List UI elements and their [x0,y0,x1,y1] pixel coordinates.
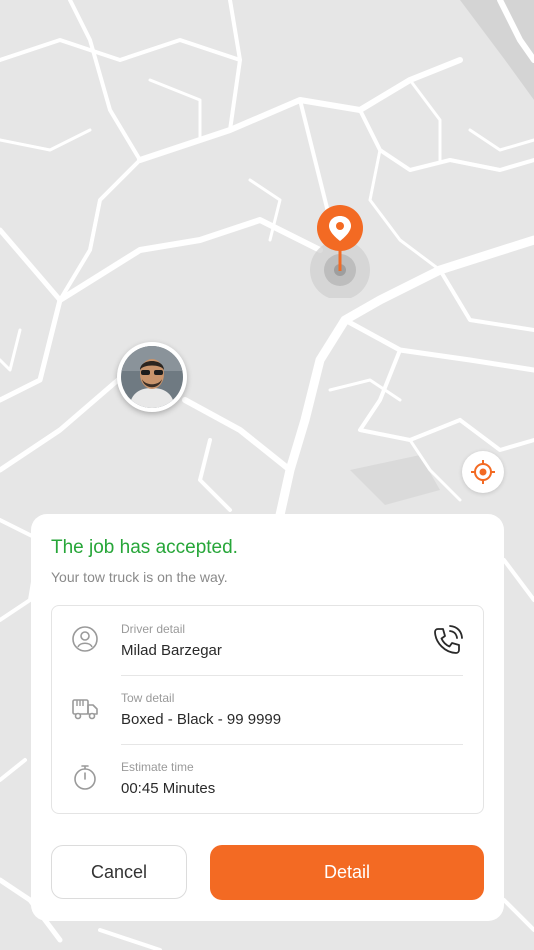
estimate-time-label: Estimate time [121,760,194,774]
detail-button[interactable]: Detail [210,845,484,900]
locate-me-button[interactable] [462,451,504,493]
job-status-sheet: The job has accepted. Your tow truck is … [31,514,504,921]
driver-avatar[interactable] [117,342,187,412]
tow-detail-row[interactable]: Tow detail Boxed - Black - 99 9999 [52,675,483,744]
status-subtitle: Your tow truck is on the way. [51,569,228,585]
destination-pin[interactable] [293,203,388,300]
tow-detail-value: Boxed - Black - 99 9999 [121,711,282,728]
tow-detail-label: Tow detail [121,691,175,705]
crosshair-icon [471,460,495,484]
driver-detail-label: Driver detail [121,622,186,636]
user-circle-icon [72,626,98,652]
status-title: The job has accepted. [51,537,238,558]
driver-detail-row[interactable]: Driver detail Milad Barzegar [52,606,483,675]
driver-photo [121,346,183,408]
truck-icon [72,699,98,720]
estimate-time-row: Estimate time 00:45 Minutes [52,744,483,813]
estimate-time-value: 00:45 Minutes [121,780,216,797]
stopwatch-icon [74,765,96,790]
details-card: Driver detail Milad Barzegar Tow detail … [51,605,484,814]
driver-name: Milad Barzegar [121,642,222,659]
location-pin-icon [310,205,370,300]
phone-call-icon[interactable] [429,623,465,659]
cancel-button[interactable]: Cancel [51,845,187,899]
